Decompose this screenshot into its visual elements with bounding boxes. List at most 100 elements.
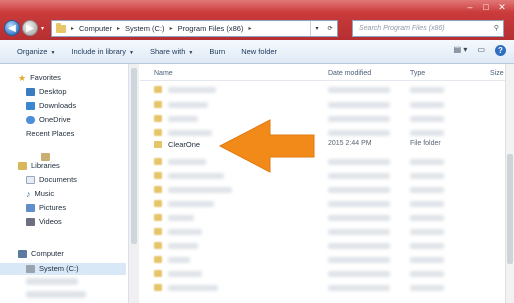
column-header-type[interactable]: Type xyxy=(410,70,425,77)
column-header-size[interactable]: Size xyxy=(490,70,504,77)
blurred-row-name[interactable] xyxy=(168,257,190,263)
blurred-drive-entry[interactable] xyxy=(26,278,78,285)
blurred-row-date xyxy=(328,229,390,235)
scrollbar-thumb[interactable] xyxy=(131,68,137,244)
nav-pictures-label: Pictures xyxy=(39,203,67,212)
blurred-drive-entry[interactable] xyxy=(26,291,86,298)
blurred-row-date xyxy=(328,271,390,277)
back-button[interactable]: ◀ xyxy=(4,20,20,36)
forward-button[interactable]: ▶ xyxy=(22,20,38,36)
blurred-row-name[interactable] xyxy=(168,271,202,277)
breadcrumb-separator-icon[interactable]: ▸ xyxy=(117,25,120,32)
row-date-clearone: 2015 2:44 PM xyxy=(328,140,372,147)
blurred-row-name[interactable] xyxy=(168,130,212,136)
breadcrumb-separator-icon[interactable]: ▸ xyxy=(71,25,74,32)
folder-icon xyxy=(154,141,162,148)
nav-music[interactable]: ♪ Music xyxy=(0,188,54,200)
blurred-row-date xyxy=(328,243,390,249)
blurred-row-date xyxy=(328,102,390,108)
blurred-row-name[interactable] xyxy=(168,102,208,108)
view-options-icon[interactable]: ▤ ▾ xyxy=(454,45,468,56)
preview-pane-icon[interactable]: ▭ xyxy=(477,45,485,56)
help-icon[interactable]: ? xyxy=(495,45,506,56)
blurred-row-type xyxy=(410,102,444,108)
blurred-row-name[interactable] xyxy=(168,285,218,291)
nav-system-c-label: System (C:) xyxy=(39,264,79,273)
blurred-row-name[interactable] xyxy=(168,215,194,221)
search-icon[interactable]: ⚲ xyxy=(494,21,499,36)
folder-icon xyxy=(154,158,162,165)
blurred-row-name[interactable] xyxy=(168,201,214,207)
nav-documents[interactable]: Documents xyxy=(0,174,77,186)
blurred-row-name[interactable] xyxy=(168,87,216,93)
drive-icon xyxy=(26,265,35,273)
nav-onedrive[interactable]: OneDrive xyxy=(0,114,71,126)
refresh-icon[interactable]: ⟳ xyxy=(327,25,332,32)
blurred-row-name[interactable] xyxy=(168,116,198,122)
cloud-icon xyxy=(26,116,35,124)
blurred-row-type xyxy=(410,257,444,263)
nav-computer-label: Computer xyxy=(31,249,64,258)
folder-icon xyxy=(154,172,162,179)
breadcrumb-computer[interactable]: Computer xyxy=(79,24,112,33)
nav-system-c[interactable]: System (C:) xyxy=(0,263,126,275)
breadcrumb-separator-icon[interactable]: ▸ xyxy=(170,25,173,32)
maximize-button[interactable]: □ xyxy=(476,2,496,12)
share-with-label: Share with xyxy=(149,47,186,56)
nav-computer[interactable]: Computer xyxy=(0,248,64,260)
blurred-row-type xyxy=(410,243,444,249)
breadcrumb-separator-icon[interactable]: ▸ xyxy=(248,25,251,32)
nav-libraries[interactable]: Libraries xyxy=(0,160,60,172)
folder-icon xyxy=(154,214,162,221)
burn-button[interactable]: Burn xyxy=(201,47,233,56)
organize-button[interactable]: Organize ▼ xyxy=(0,47,63,56)
desktop-icon xyxy=(26,88,35,96)
blurred-row-date xyxy=(328,257,390,263)
nav-favorites-label: Favorites xyxy=(30,73,61,82)
column-header-date-modified[interactable]: Date modified xyxy=(328,70,371,77)
folder-icon xyxy=(154,101,162,108)
new-folder-button[interactable]: New folder xyxy=(233,47,285,56)
breadcrumb-system-c[interactable]: System (C:) xyxy=(125,24,165,33)
include-in-library-button[interactable]: Include in library ▼ xyxy=(63,47,142,56)
column-header-name[interactable]: Name xyxy=(154,70,173,77)
nav-videos[interactable]: Videos xyxy=(0,216,62,228)
scrollbar-thumb[interactable] xyxy=(507,154,513,264)
blurred-row-name[interactable] xyxy=(168,229,202,235)
organize-label: Organize xyxy=(17,47,48,56)
nav-desktop[interactable]: Desktop xyxy=(0,86,67,98)
pictures-icon xyxy=(26,204,35,212)
blurred-row-type xyxy=(410,159,444,165)
nav-favorites[interactable]: ★ Favorites xyxy=(0,72,61,84)
recent-locations-dropdown[interactable]: ▾ xyxy=(41,25,44,32)
blurred-row-type xyxy=(410,87,444,93)
libraries-icon xyxy=(18,162,27,170)
blurred-row-name[interactable] xyxy=(168,243,198,249)
nav-pictures[interactable]: Pictures xyxy=(0,202,66,214)
share-with-button[interactable]: Share with ▼ xyxy=(142,47,201,56)
folder-icon xyxy=(154,86,162,93)
nav-desktop-label: Desktop xyxy=(39,87,67,96)
blurred-row-type xyxy=(410,130,444,136)
row-name-clearone[interactable]: ClearOne xyxy=(168,140,200,149)
navigation-pane-scrollbar[interactable] xyxy=(128,64,139,303)
blurred-row-date xyxy=(328,215,390,221)
breadcrumb-program-files[interactable]: Program Files (x86) xyxy=(178,24,244,33)
chevron-down-icon: ▼ xyxy=(50,50,56,56)
blurred-row-name[interactable] xyxy=(168,173,224,179)
blurred-row-name[interactable] xyxy=(168,187,232,193)
close-button[interactable]: ✕ xyxy=(492,2,512,12)
nav-recent-places[interactable]: Recent Places xyxy=(0,128,74,161)
address-bar[interactable]: ▸ Computer ▸ System (C:) ▸ Program Files… xyxy=(51,20,338,37)
blurred-row-name[interactable] xyxy=(168,159,206,165)
address-history-dropdown-icon[interactable]: ▾ xyxy=(315,25,318,32)
search-input[interactable]: Search Program Files (x86) ⚲ xyxy=(352,20,504,37)
folder-icon xyxy=(154,284,162,291)
nav-downloads[interactable]: Downloads xyxy=(0,100,76,112)
minimize-button[interactable]: – xyxy=(460,2,480,12)
folder-icon xyxy=(154,129,162,136)
file-list-scrollbar[interactable] xyxy=(505,64,514,303)
documents-icon xyxy=(26,176,35,184)
blurred-row-date xyxy=(328,116,390,122)
blurred-row-type xyxy=(410,229,444,235)
